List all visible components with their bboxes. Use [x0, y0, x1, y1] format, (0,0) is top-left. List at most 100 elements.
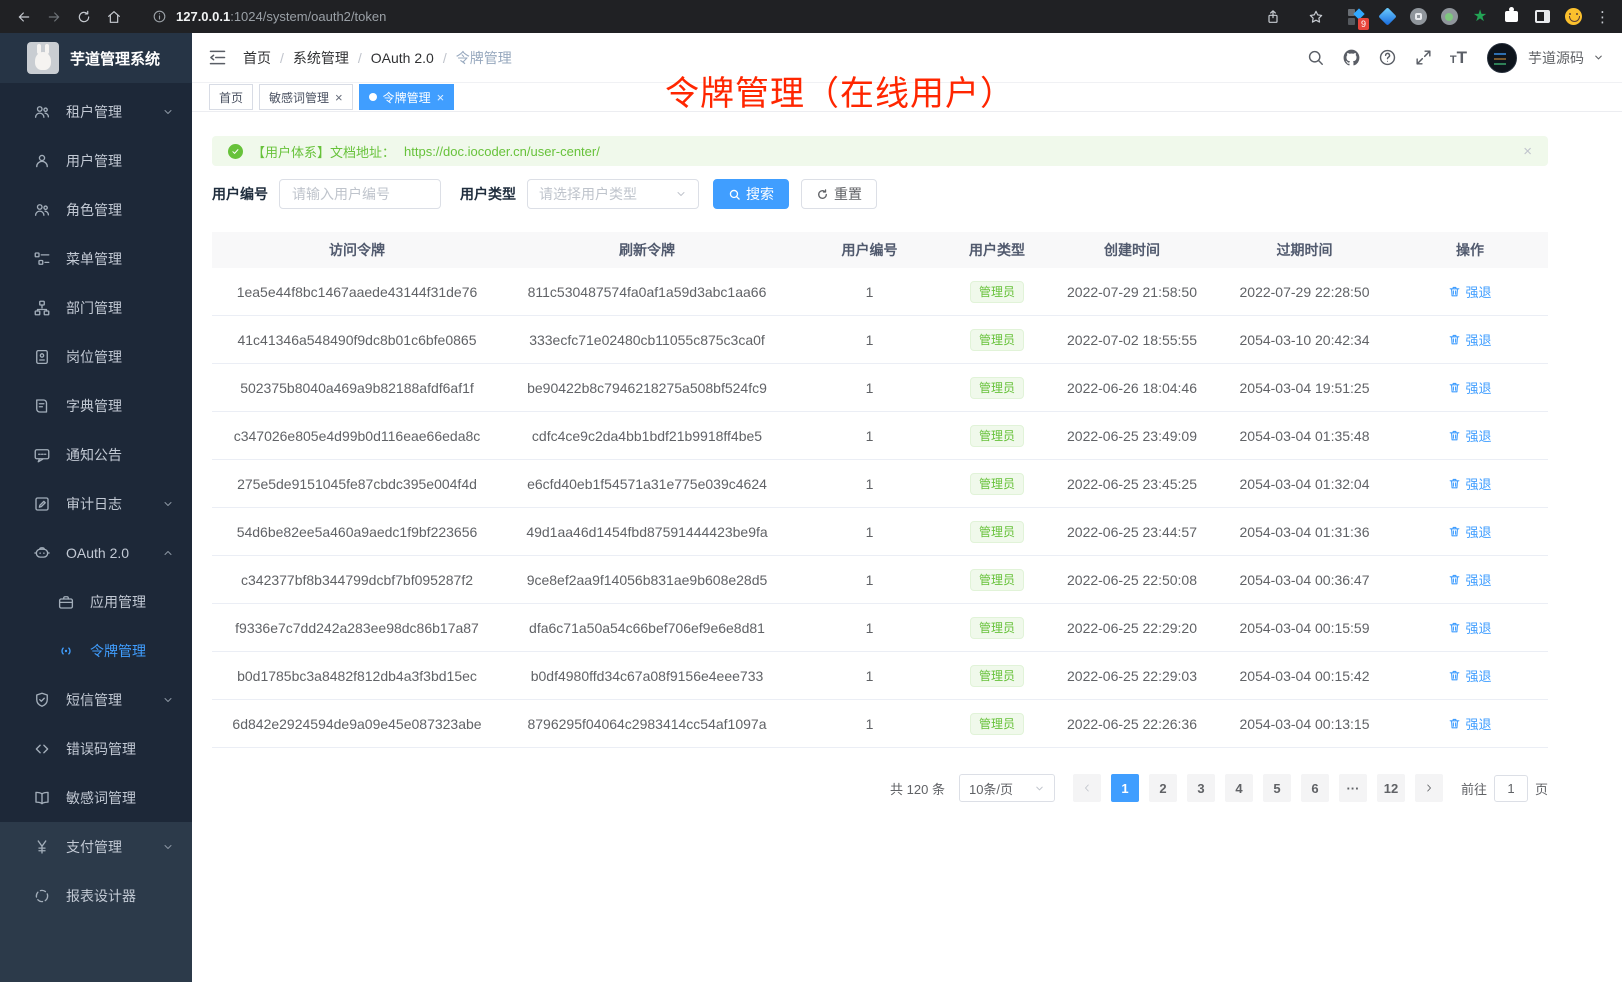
browser-reload-icon[interactable]	[72, 5, 96, 29]
sidebar-item-sensitive[interactable]: 敏感词管理	[0, 773, 192, 822]
force-logout-button[interactable]: 强退	[1448, 570, 1491, 589]
force-logout-button[interactable]: 强退	[1448, 714, 1491, 733]
force-logout-button[interactable]: 强退	[1448, 618, 1491, 637]
sidebar-item-user[interactable]: 用户管理	[0, 136, 192, 185]
post-icon	[33, 348, 51, 366]
tab-令牌管理[interactable]: 令牌管理 ×	[359, 84, 455, 110]
user-type-select[interactable]: 请选择用户类型	[527, 179, 699, 209]
sidebar-item-report[interactable]: 报表设计器	[0, 871, 192, 920]
user-type-cell: 管理员	[947, 665, 1047, 687]
page-button-6[interactable]: 6	[1301, 774, 1329, 802]
breadcrumb-oauth2[interactable]: OAuth 2.0	[371, 50, 434, 66]
force-logout-button[interactable]: 强退	[1448, 378, 1491, 397]
breadcrumb-system[interactable]: 系统管理	[293, 48, 349, 68]
tenant-icon	[33, 103, 51, 121]
prev-page-button[interactable]	[1073, 774, 1101, 802]
alert-doc-link[interactable]: https://doc.iocoder.cn/user-center/	[404, 144, 600, 159]
collapse-sidebar-icon[interactable]	[207, 47, 228, 68]
extensions-puzzle-icon[interactable]	[1502, 8, 1520, 26]
font-size-icon[interactable]: TT	[1450, 49, 1467, 66]
sidebar-item-pay[interactable]: 支付管理	[0, 822, 192, 871]
browser-menu-icon[interactable]: ⋮	[1595, 8, 1610, 26]
force-logout-button[interactable]: 强退	[1448, 426, 1491, 445]
force-logout-button[interactable]: 强退	[1448, 282, 1491, 301]
search-icon[interactable]	[1306, 48, 1325, 67]
browser-forward-icon[interactable]	[42, 5, 66, 29]
sidebar-item-audit[interactable]: 审计日志	[0, 479, 192, 528]
table-row: 502375b8040a469a9b82188afdf6af1f be90422…	[212, 364, 1548, 412]
github-icon[interactable]	[1342, 48, 1361, 67]
force-logout-button[interactable]: 强退	[1448, 666, 1491, 685]
action-cell: 强退	[1392, 426, 1548, 445]
force-logout-button[interactable]: 强退	[1448, 522, 1491, 541]
alert-close-icon[interactable]: ×	[1523, 143, 1532, 160]
page-info-icon[interactable]	[152, 9, 167, 24]
action-cell: 强退	[1392, 522, 1548, 541]
search-button[interactable]: 搜索	[713, 179, 789, 209]
sidebar-item-dept[interactable]: 部门管理	[0, 283, 192, 332]
access-token-cell: c347026e805e4d99b0d116eae66eda8c	[212, 428, 502, 444]
extension-grid-icon[interactable]: 9	[1347, 8, 1365, 26]
main-content: 【用户体系】文档地址： https://doc.iocoder.cn/user-…	[192, 112, 1622, 982]
page-size-select[interactable]: 10条/页	[959, 774, 1055, 802]
pay-icon	[33, 838, 51, 856]
breadcrumb-home[interactable]: 首页	[243, 48, 271, 68]
table-header-row: 访问令牌刷新令牌用户编号用户类型创建时间过期时间操作	[212, 232, 1548, 268]
sidebar-item-dict[interactable]: 字典管理	[0, 381, 192, 430]
extension-evernote-icon[interactable]: ★	[1471, 8, 1489, 26]
tab-敏感词管理[interactable]: 敏感词管理 ×	[259, 84, 353, 110]
force-logout-label: 强退	[1465, 474, 1491, 493]
address-bar[interactable]: 127.0.0.1:1024/system/oauth2/token	[152, 9, 386, 24]
page-button-1[interactable]: 1	[1111, 774, 1139, 802]
user-avatar[interactable]	[1487, 43, 1517, 73]
browser-back-icon[interactable]	[12, 5, 36, 29]
sidebar-item-notice[interactable]: 通知公告	[0, 430, 192, 479]
tab-首页[interactable]: 首页	[209, 84, 253, 110]
page-button-2[interactable]: 2	[1149, 774, 1177, 802]
page-button-4[interactable]: 4	[1225, 774, 1253, 802]
column-header: 操作	[1392, 240, 1548, 260]
sidebar-item-oauth2-app[interactable]: 应用管理	[0, 577, 192, 626]
action-cell: 强退	[1392, 474, 1548, 493]
force-logout-label: 强退	[1465, 282, 1491, 301]
refresh-token-cell: b0df4980ffd34c67a08f9156e4eee733	[502, 668, 792, 684]
sidebar-item-role[interactable]: 角色管理	[0, 185, 192, 234]
profile-emoji-icon[interactable]	[1564, 8, 1582, 26]
page-ellipsis[interactable]: ···	[1339, 774, 1367, 802]
force-logout-button[interactable]: 强退	[1448, 330, 1491, 349]
help-icon[interactable]	[1378, 48, 1397, 67]
sidebar-item-post[interactable]: 岗位管理	[0, 332, 192, 381]
sidebar-item-sms[interactable]: 短信管理	[0, 675, 192, 724]
sidebar-item-menu[interactable]: 菜单管理	[0, 234, 192, 283]
page-button-12[interactable]: 12	[1377, 774, 1405, 802]
share-icon[interactable]	[1261, 5, 1285, 29]
close-icon[interactable]: ×	[335, 91, 343, 104]
reset-button[interactable]: 重置	[801, 179, 877, 209]
goto-page-input[interactable]	[1494, 775, 1528, 802]
sidebar-item-errcode[interactable]: 错误码管理	[0, 724, 192, 773]
action-cell: 强退	[1392, 570, 1548, 589]
bookmark-star-icon[interactable]	[1304, 5, 1328, 29]
table-row: b0d1785bc3a8482f812db4a3f3bd15ec b0df498…	[212, 652, 1548, 700]
browser-home-icon[interactable]	[102, 5, 126, 29]
user-id-input[interactable]	[279, 179, 441, 209]
chevron-down-icon[interactable]	[1593, 52, 1604, 63]
close-icon[interactable]: ×	[437, 91, 445, 104]
extension-command-icon[interactable]	[1409, 8, 1427, 26]
extension-recorder-icon[interactable]	[1440, 8, 1458, 26]
action-cell: 强退	[1392, 282, 1548, 301]
extension-gem-icon[interactable]	[1378, 8, 1396, 26]
page-button-5[interactable]: 5	[1263, 774, 1291, 802]
create-time-cell: 2022-07-29 21:58:50	[1047, 284, 1217, 300]
side-panel-icon[interactable]	[1533, 8, 1551, 26]
annotation-title: 令牌管理（在线用户）	[665, 66, 1015, 115]
sidebar-item-oauth2[interactable]: OAuth 2.0	[0, 528, 192, 577]
sidebar-item-oauth2-token[interactable]: 令牌管理	[0, 626, 192, 675]
search-icon	[728, 188, 741, 201]
next-page-button[interactable]	[1415, 774, 1443, 802]
page-button-3[interactable]: 3	[1187, 774, 1215, 802]
sidebar-item-tenant[interactable]: 租户管理	[0, 87, 192, 136]
force-logout-button[interactable]: 强退	[1448, 474, 1491, 493]
user-name[interactable]: 芋道源码	[1528, 48, 1584, 68]
fullscreen-icon[interactable]	[1414, 48, 1433, 67]
